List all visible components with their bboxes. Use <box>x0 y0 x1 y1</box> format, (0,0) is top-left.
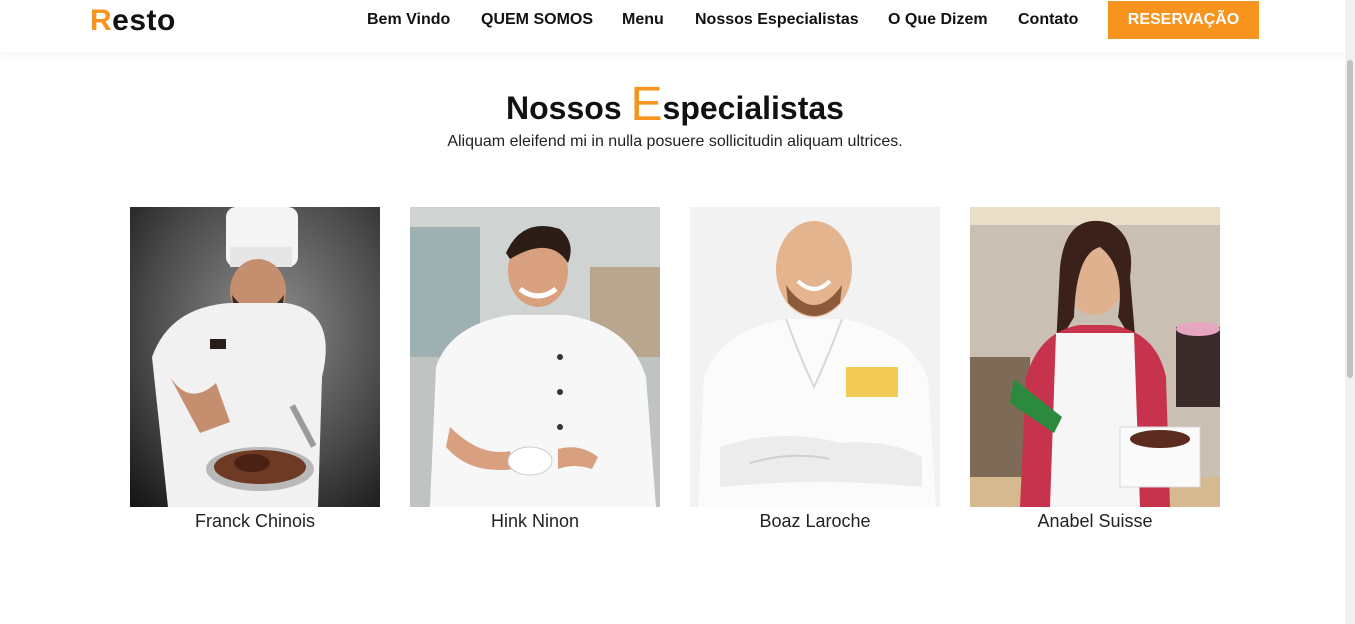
specialist-name: Franck Chinois <box>194 511 316 531</box>
nav-link-menu[interactable]: Menu <box>622 11 664 29</box>
specialist-name: Hink Ninon <box>490 511 580 531</box>
section-title: Nossos Especialistas <box>0 80 1350 133</box>
page-scrollbar[interactable] <box>1345 0 1355 624</box>
section-title-rest: specialistas <box>662 90 844 126</box>
specialist-photo <box>690 207 940 507</box>
nav-link-o-que-dizem[interactable]: O Que Dizem <box>888 11 988 29</box>
nav-link-contato[interactable]: Contato <box>1018 11 1078 29</box>
navbar: Resto Bem Vindo QUEM SOMOS Menu Nossos E… <box>0 0 1345 52</box>
specialist-card: Boaz Laroche <box>690 207 940 532</box>
nav-link-quem-somos[interactable]: QUEM SOMOS <box>481 11 593 29</box>
specialist-photo <box>970 207 1220 507</box>
specialist-card: Franck Chinois <box>130 207 380 532</box>
nav-link-bem-vindo[interactable]: Bem Vindo <box>367 11 450 29</box>
specialist-card: Anabel Suisse <box>970 207 1220 532</box>
nav-link-especialistas[interactable]: Nossos Especialistas <box>695 11 859 29</box>
section-title-letter: E <box>630 78 663 131</box>
specialist-name: Anabel Suisse <box>1037 511 1153 531</box>
specialist-name: Boaz Laroche <box>759 511 871 531</box>
specialist-card: Hink Ninon <box>410 207 660 532</box>
specialist-photo <box>130 207 380 507</box>
specialist-photo <box>410 207 660 507</box>
section-subtitle: Aliquam eleifend mi in nulla posuere sol… <box>447 133 903 150</box>
section-title-start: Nossos <box>506 90 631 126</box>
reservation-button[interactable]: RESERVAÇÃO <box>1108 1 1259 39</box>
scrollbar-thumb[interactable] <box>1347 60 1353 378</box>
